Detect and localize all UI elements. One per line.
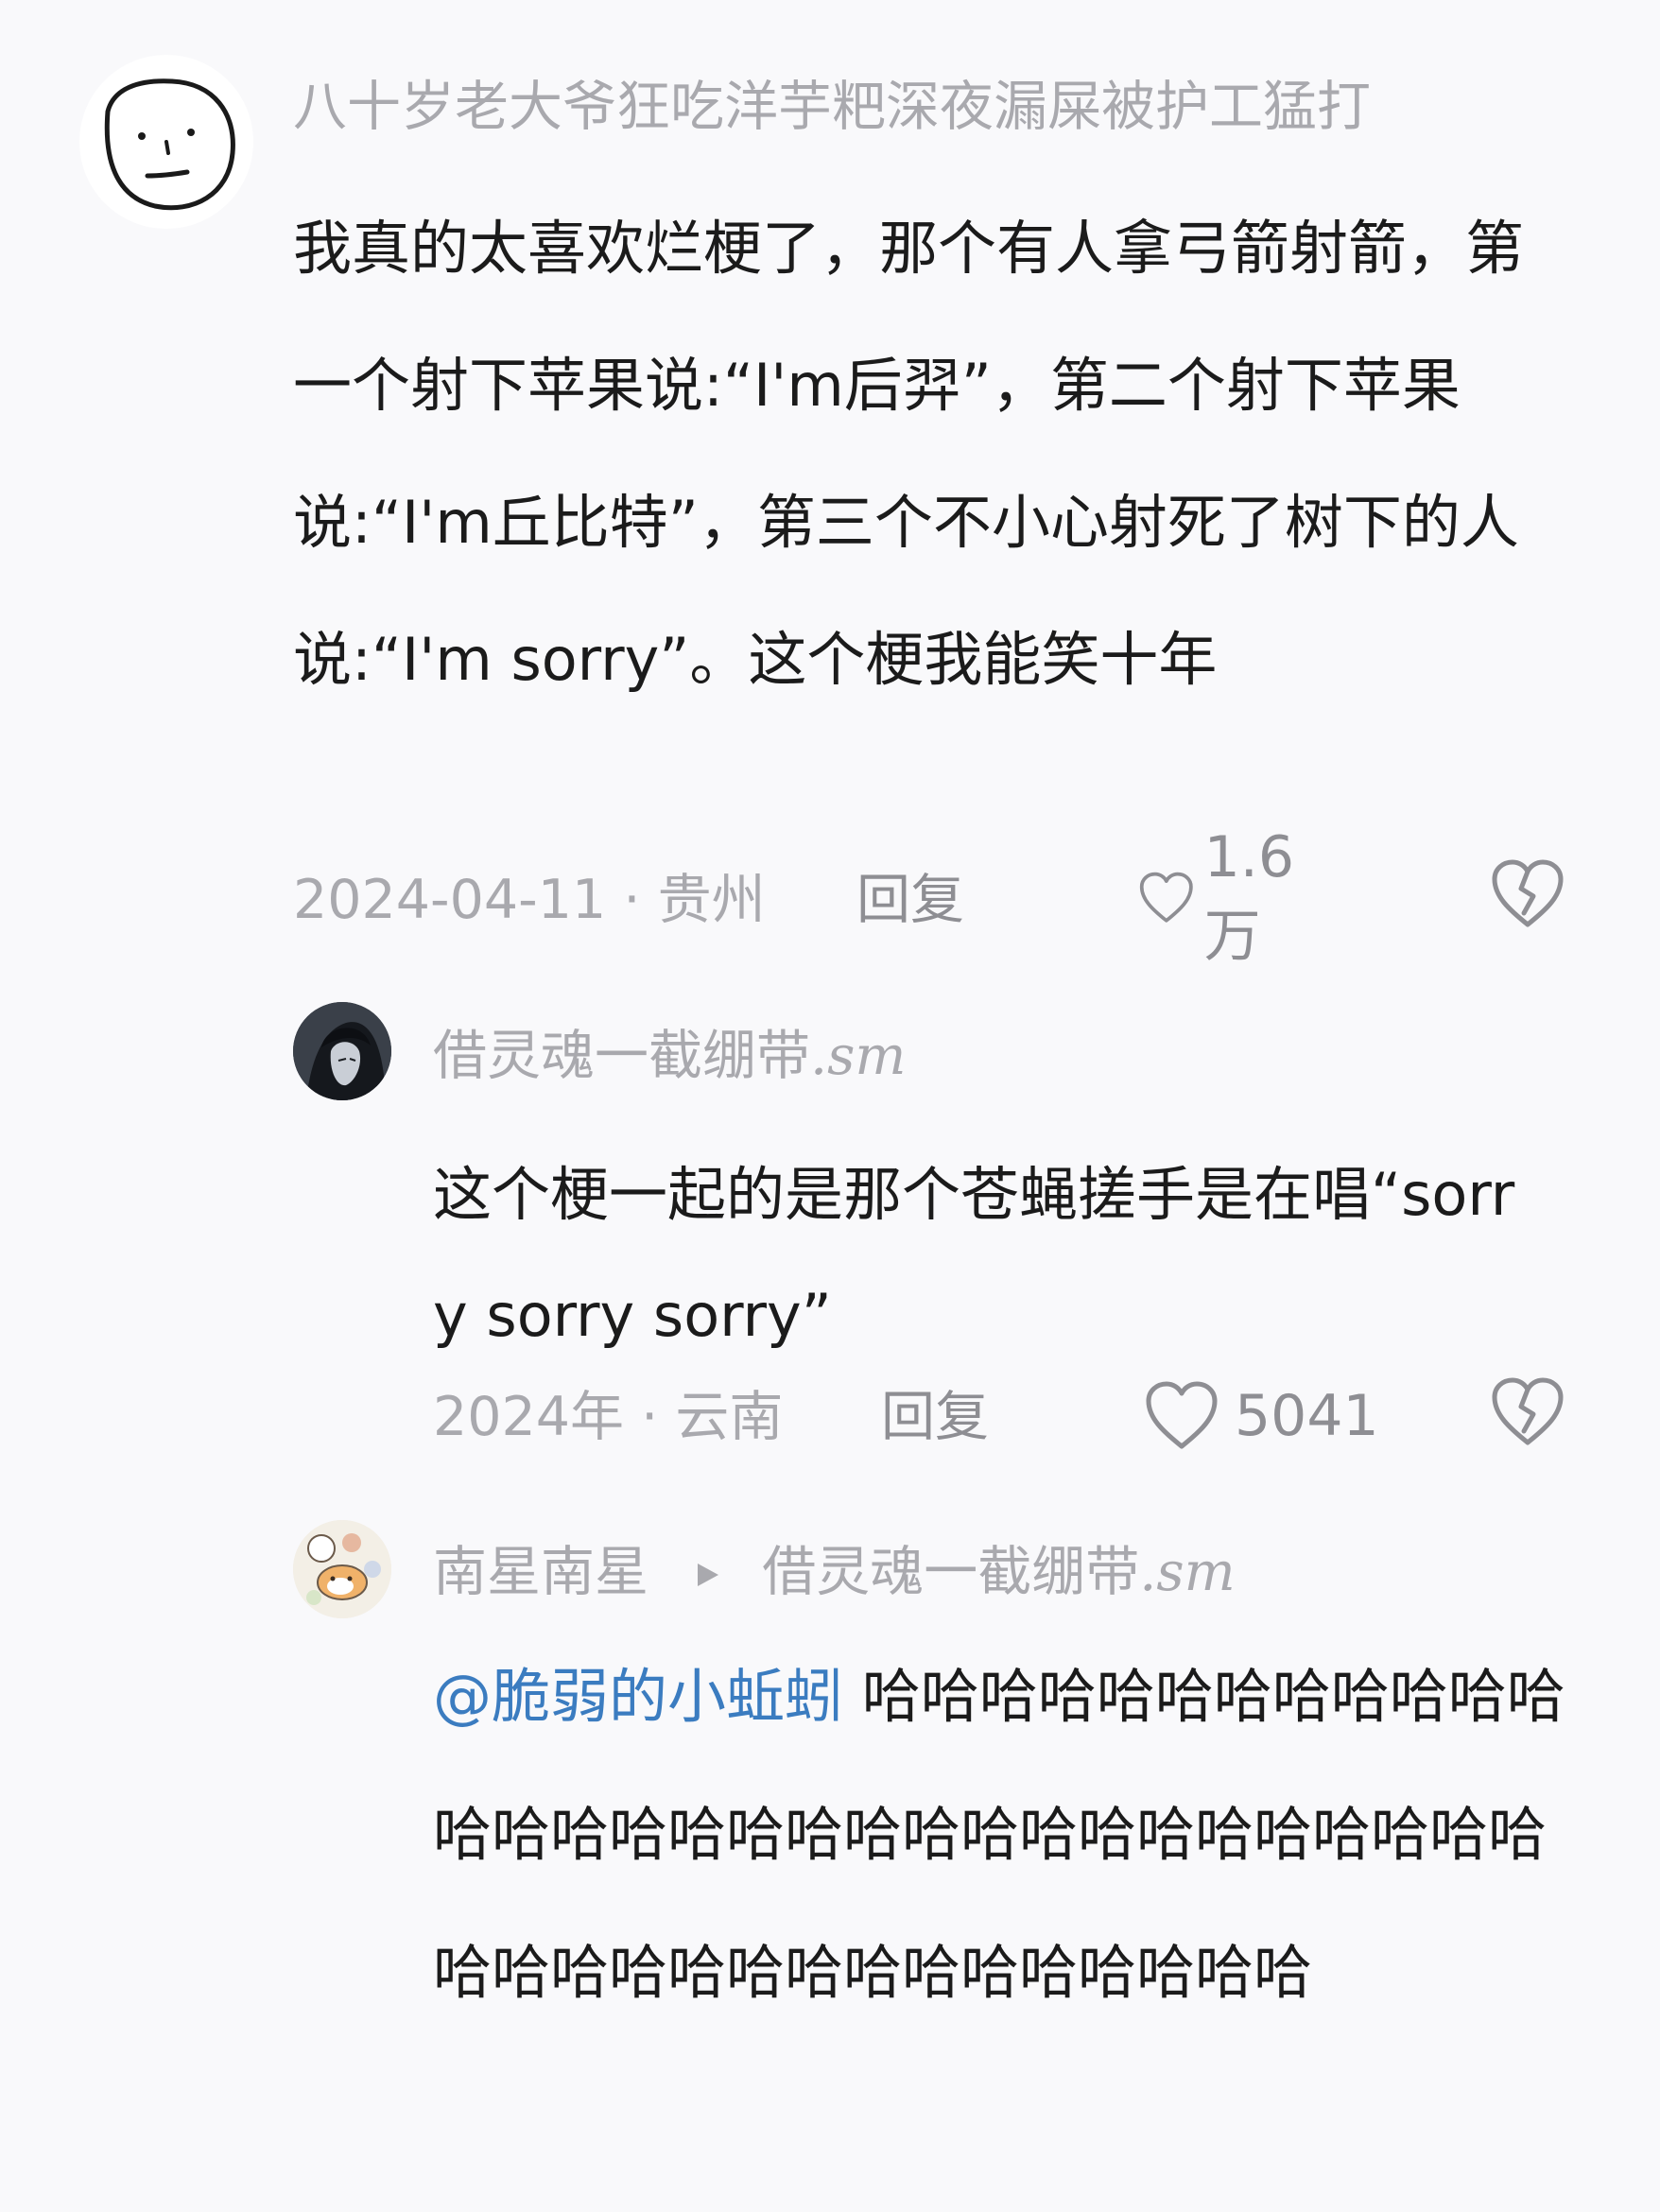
like-button[interactable]: 1.6万 xyxy=(1138,824,1313,970)
like-count: 5041 xyxy=(1235,1383,1379,1449)
comment-date: 2024年 xyxy=(433,1386,625,1448)
like-count: 1.6万 xyxy=(1203,823,1295,970)
comment-location: 贵州 xyxy=(657,869,766,931)
reply-button[interactable]: 回复 xyxy=(856,865,964,935)
doodle-face-avatar xyxy=(104,78,235,211)
comment-date: 2024-04-11 xyxy=(293,869,607,931)
meta-separator: · xyxy=(624,1386,676,1448)
comment-text: 我真的太喜欢烂梗了，那个有人拿弓箭射箭，第一个射下苹果说:“I'm后羿”，第二个… xyxy=(293,214,1525,694)
username-suffix: .sm xyxy=(810,1025,907,1087)
triangle-right-icon xyxy=(698,1564,719,1587)
avatar[interactable] xyxy=(79,55,253,229)
heart-outline-icon xyxy=(1139,872,1193,923)
dislike-button[interactable] xyxy=(1490,1376,1565,1452)
comment-text: @脆弱的小蚯蚓 哈哈哈哈哈哈哈哈哈哈哈哈哈哈哈哈哈哈哈哈哈哈哈哈哈哈哈哈哈哈哈哈… xyxy=(433,1628,1567,2042)
reply-button[interactable]: 回复 xyxy=(881,1382,989,1452)
reply-to-username-suffix: .sm xyxy=(1139,1541,1236,1603)
dislike-button[interactable] xyxy=(1490,858,1565,934)
heart-outline-icon xyxy=(1146,1381,1218,1449)
anime-character-avatar xyxy=(293,1002,391,1100)
reply-header: 南星南星 借灵魂一截绷带.sm xyxy=(433,1537,1236,1607)
username[interactable]: 南星南星 xyxy=(433,1541,648,1603)
comment-meta: 2024-04-11 · 贵州 xyxy=(293,865,766,935)
like-button[interactable]: 5041 xyxy=(1144,1376,1379,1456)
broken-heart-icon xyxy=(1492,859,1564,927)
mention-link[interactable]: @脆弱的小蚯蚓 xyxy=(433,1662,843,1731)
reply-to-username-text: 借灵魂一截绷带 xyxy=(762,1541,1140,1603)
avatar[interactable] xyxy=(293,1520,391,1618)
comment-location: 云南 xyxy=(675,1386,784,1448)
cartoon-pets-avatar xyxy=(293,1520,391,1618)
meta-separator: · xyxy=(606,869,658,931)
username[interactable]: 八十岁老大爷狂吃洋芋粑深夜漏屎被护工猛打 xyxy=(293,72,1371,142)
avatar[interactable] xyxy=(293,1002,391,1100)
comment-meta: 2024年 · 云南 xyxy=(433,1382,783,1452)
broken-heart-icon xyxy=(1492,1377,1564,1445)
comment-text: 这个梗一起的是那个苍蝇搓手是在唱“sorry sorry sorry” xyxy=(433,1160,1515,1350)
username[interactable]: 借灵魂一截绷带.sm xyxy=(433,1021,906,1091)
username-text: 借灵魂一截绷带 xyxy=(433,1025,810,1087)
reply-to-username[interactable]: 借灵魂一截绷带.sm xyxy=(762,1541,1235,1603)
